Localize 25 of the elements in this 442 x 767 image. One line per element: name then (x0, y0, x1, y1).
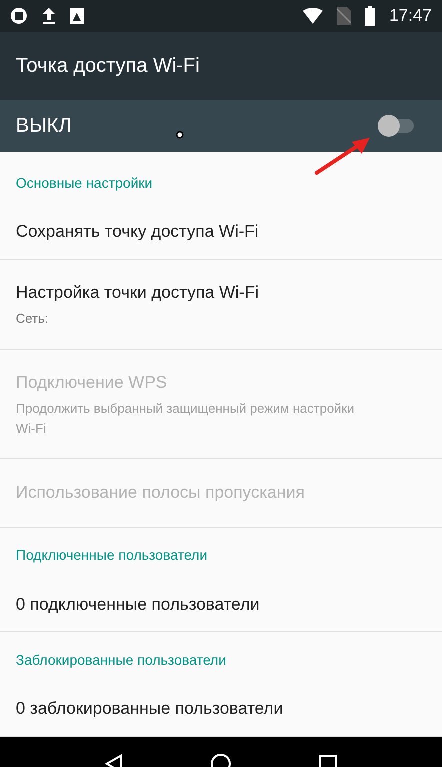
app-title: Точка доступа Wi-Fi (16, 54, 200, 79)
wifi-icon (303, 8, 324, 24)
upload-icon (42, 7, 56, 25)
item-title: Настройка точки доступа Wi-Fi (16, 282, 260, 304)
annotation-arrow (314, 136, 372, 176)
section-header: Подключенные пользователи (16, 546, 208, 565)
no-sim-icon (337, 7, 352, 25)
item-title: Сохранять точку доступа Wi-Fi (16, 221, 260, 243)
notification-icon (10, 7, 28, 25)
item-title: 0 заблокированные пользователи (16, 698, 284, 720)
section-header: Основные настройки (16, 174, 153, 193)
settings-item[interactable]: 0 подключенные пользователи (0, 578, 442, 632)
clock: 17:47 (389, 5, 432, 28)
item-subtitle: Сеть: (16, 310, 50, 328)
settings-item[interactable]: Сохранять точку доступа Wi-Fi (0, 205, 442, 260)
item-title: Использование полосы пропускания (16, 482, 306, 504)
item-title: Подключение WPS (16, 372, 168, 394)
image-icon (70, 8, 84, 24)
cursor-dot-icon (176, 131, 184, 139)
battery-icon (365, 6, 376, 26)
item-title: 0 подключенные пользователи (16, 594, 261, 616)
section-header: Заблокированные пользователи (16, 650, 226, 670)
settings-item[interactable]: Настройка точки доступа Wi-Fi Сеть: (0, 260, 442, 350)
switch-label: ВЫКЛ (16, 114, 72, 139)
item-subtitle: Продолжить выбранный защищенный режим настройки Wi-Fi (16, 400, 356, 438)
